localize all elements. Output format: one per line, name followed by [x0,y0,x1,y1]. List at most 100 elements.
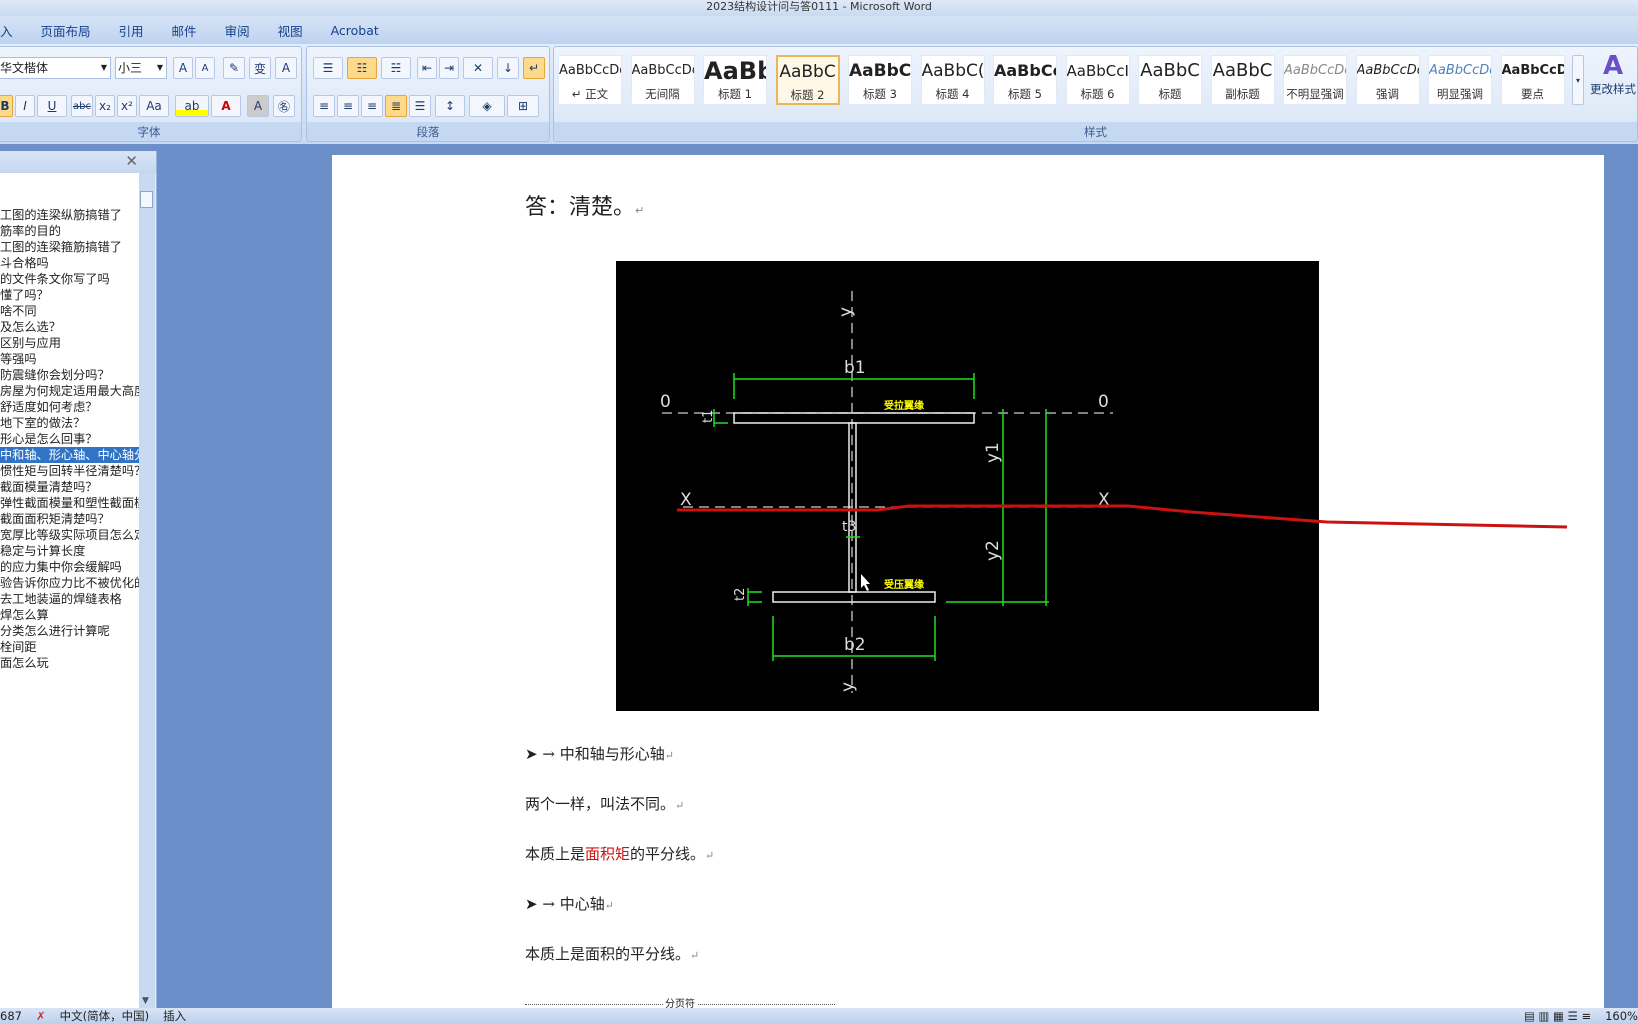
shrink-font-icon[interactable]: A [195,57,215,79]
nav-item[interactable]: 啥不同 [0,303,139,319]
chinese-layout-icon[interactable]: ✕ [463,57,493,79]
paragraph-3: 本质上是面积的平分线。↵ [525,945,700,963]
italic-icon[interactable]: I [15,95,35,117]
strikethrough-icon[interactable]: abc [71,95,93,117]
tab-0[interactable]: 入 [0,21,27,40]
nav-item[interactable]: 惯性矩与回转半径清楚吗？ [0,463,139,479]
increase-indent-icon[interactable]: ⇥ [439,57,459,79]
svg-text:t1: t1 [701,410,716,423]
insert-mode[interactable]: 插入 [163,1008,186,1024]
proofing-icon[interactable]: ✗ [36,1008,46,1024]
style-2[interactable]: AaBb标题 1 [703,55,767,105]
char-shading-icon[interactable]: A [247,95,269,117]
font-name-combo[interactable]: 华文楷体 ▼ [0,57,111,79]
underline-icon[interactable]: U [37,95,67,117]
style-0[interactable]: AaBbCcDd ↵ 正文 [558,55,622,105]
style-9[interactable]: AaBbC 副标题 [1210,55,1275,105]
style-5[interactable]: AaBbC(标题 4 [920,55,985,105]
nav-item[interactable]: 及怎么选？ [0,319,139,335]
multilevel-list-icon[interactable]: ☵ [381,57,411,79]
bullets-icon[interactable]: ☰ [313,57,343,79]
close-icon[interactable]: ✕ [125,152,138,170]
nav-scrollbar[interactable]: ▼ [139,173,155,1008]
subscript-icon[interactable]: x₂ [95,95,115,117]
style-8[interactable]: AaBbC 标题 [1138,55,1202,105]
view-buttons[interactable]: ▤ ▥ ▦ ☰ ≡ [1524,1008,1591,1024]
nav-item[interactable]: 筋率的目的 [0,223,139,239]
styles-scroll[interactable]: ▾ [1572,55,1584,105]
tab-6[interactable]: Acrobat [317,23,393,38]
word-count[interactable]: 687 [0,1008,22,1024]
nav-item[interactable]: 的文件条文你写了吗 [0,271,139,287]
tab-2[interactable]: 引用 [105,21,158,40]
style-10[interactable]: AaBbCcDd 不明显强调 [1283,55,1347,105]
decrease-indent-icon[interactable]: ⇤ [417,57,437,79]
nav-item[interactable]: 去工地装逼的焊缝表格 [0,591,139,607]
nav-item[interactable]: 懂了吗？ [0,287,139,303]
style-3[interactable]: AaBbC 标题 2 [775,55,840,105]
nav-item[interactable]: 分类怎么进行计算呢 [0,623,139,639]
nav-item[interactable]: 的应力集中你会缓解吗 [0,559,139,575]
clear-format-icon[interactable]: ✎ [223,57,245,79]
char-border-icon[interactable]: A [275,57,297,79]
style-11[interactable]: AaBbCcDd 强调 [1355,55,1420,105]
zoom-level[interactable]: 160% [1605,1008,1638,1024]
nav-item[interactable]: 中和轴、形心轴、中心轴分 [0,447,139,463]
nav-item[interactable]: 斗合格吗 [0,255,139,271]
align-left-icon[interactable]: ≡ [313,95,335,117]
language-status[interactable]: 中文(简体，中国) [60,1008,149,1024]
tab-4[interactable]: 审阅 [211,21,264,40]
nav-item[interactable]: 工图的连梁纵筋搞错了 [0,207,139,223]
nav-item[interactable]: 形心是怎么回事？ [0,431,139,447]
nav-item[interactable]: 弹性截面模量和塑性截面模 [0,495,139,511]
tab-1[interactable]: 页面布局 [27,21,105,40]
phonetic-icon[interactable]: 变 [249,57,271,79]
nav-item[interactable]: 地下室的做法？ [0,415,139,431]
style-13[interactable]: AaBbCcDd要点 [1500,55,1565,105]
numbering-icon[interactable]: ☷ [347,57,377,79]
change-case-icon[interactable]: Aa [139,95,169,117]
style-6[interactable]: AaBbCc 标题 5 [993,55,1057,105]
bold-icon[interactable]: B [0,95,13,117]
nav-item[interactable]: 验告诉你应力比不被优化的 [0,575,139,591]
borders-icon[interactable]: ⊞ [507,95,539,117]
nav-item[interactable]: 截面面积矩清楚吗？ [0,511,139,527]
line-spacing-icon[interactable]: ↕ [435,95,465,117]
sort-icon[interactable]: ↓ [497,57,519,79]
style-12[interactable]: AaBbCcDd 明显强调 [1428,55,1492,105]
justify-icon[interactable]: ≣ [385,95,407,117]
grow-font-icon[interactable]: A [173,57,193,79]
scroll-down-icon[interactable]: ▼ [142,996,149,1006]
nav-item[interactable]: 宽厚比等级实际项目怎么定 [0,527,139,543]
nav-item[interactable]: 栓间距 [0,639,139,655]
document-page[interactable]: 答：清楚。↵ y y b1 b2 0 0 X X t3 t1 t2 y1 y2 … [332,155,1604,1010]
style-1[interactable]: AaBbCcDc 无间隔 [630,55,695,105]
enclose-char-icon[interactable]: ㊔ [273,95,295,117]
font-size-combo[interactable]: 小三 ▼ [115,57,167,79]
font-color-icon[interactable]: A [211,95,241,117]
nav-item[interactable]: 防震缝你会划分吗？ [0,367,139,383]
nav-item[interactable]: 面怎么玩 [0,655,139,671]
nav-item[interactable]: 区别与应用 [0,335,139,351]
show-marks-icon[interactable]: ↵ [523,57,545,79]
superscript-icon[interactable]: x² [117,95,137,117]
style-7[interactable]: AaBbCcI 标题 6 [1065,55,1130,105]
scroll-thumb[interactable] [140,191,153,208]
tab-5[interactable]: 视图 [264,21,317,40]
align-right-icon[interactable]: ≡ [361,95,383,117]
nav-item[interactable]: 稳定与计算长度 [0,543,139,559]
highlight-icon[interactable]: ab [175,95,209,117]
distribute-icon[interactable]: ☰ [409,95,431,117]
change-styles-button[interactable]: A 更改样式 [1588,51,1638,97]
nav-item[interactable]: 房屋为何规定适用最大高度 [0,383,139,399]
nav-item[interactable]: 焊怎么算 [0,607,139,623]
align-center-icon[interactable]: ≡ [337,95,359,117]
nav-item[interactable]: 工图的连梁箍筋搞错了 [0,239,139,255]
shading-icon[interactable]: ◈ [469,95,505,117]
nav-item[interactable]: 截面模量清楚吗？ [0,479,139,495]
nav-item[interactable]: 等强吗 [0,351,139,367]
tab-3[interactable]: 邮件 [158,21,211,40]
answer-text: 答：清楚。↵ [525,195,645,220]
style-4[interactable]: AaBbC(标题 3 [848,55,912,105]
nav-item[interactable]: 舒适度如何考虑？ [0,399,139,415]
